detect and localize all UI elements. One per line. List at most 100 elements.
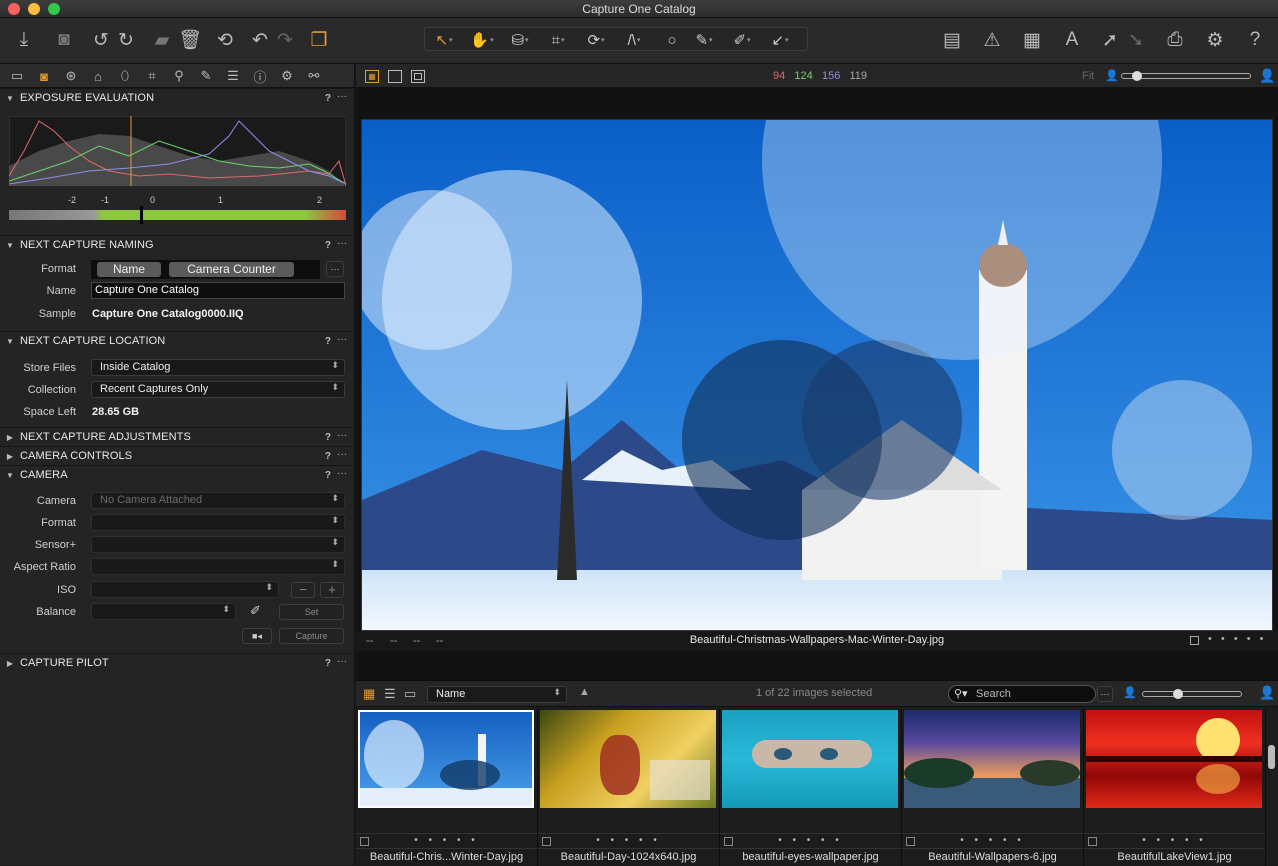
search-options-button[interactable]: ··· bbox=[1097, 686, 1113, 702]
help-icon[interactable]: ? bbox=[325, 658, 331, 669]
help-icon[interactable]: ? bbox=[325, 470, 331, 481]
thumbnail-item[interactable]: • • • • • beautiful-eyes-wallpaper.jpg bbox=[720, 708, 902, 866]
local-adjust-icon[interactable]: ✎ bbox=[195, 67, 217, 85]
sort-select[interactable]: Name ⬍ bbox=[427, 686, 567, 703]
section-next-capture-adjustments[interactable]: ▶ NEXT CAPTURE ADJUSTMENTS ? ··· bbox=[0, 427, 355, 446]
rating-stars[interactable]: • • • • • bbox=[1208, 633, 1266, 645]
thumbnail-size-slider[interactable] bbox=[1142, 689, 1242, 699]
text-overlay-icon[interactable]: A bbox=[1060, 28, 1084, 52]
settings-icon[interactable]: ⚙ bbox=[1203, 28, 1227, 52]
adjustments-apply-icon[interactable]: ➘ bbox=[1124, 28, 1148, 52]
thumbnail-item[interactable]: • • • • • BeautifulLakeView1.jpg bbox=[1084, 708, 1266, 866]
layout-icon[interactable]: ▤ bbox=[940, 28, 964, 52]
more-icon[interactable]: ··· bbox=[337, 238, 347, 249]
help-icon[interactable]: ? bbox=[325, 336, 331, 347]
balance-select[interactable]: ⬍ bbox=[91, 603, 236, 620]
redo-icon[interactable]: ↷ bbox=[273, 28, 297, 52]
collection-select[interactable]: Recent Captures Only ⬍ bbox=[91, 381, 345, 398]
select-checkbox[interactable] bbox=[1190, 636, 1199, 645]
sensor-select[interactable]: ⬍ bbox=[91, 536, 345, 553]
thumbnail-item[interactable]: • • • • • Beautiful-Day-1024x640.jpg bbox=[538, 708, 720, 866]
lens-icon[interactable]: ⬯ bbox=[114, 67, 136, 85]
name-input[interactable]: Capture One Catalog bbox=[91, 282, 345, 299]
rating-stars[interactable]: • • • • • bbox=[1084, 835, 1265, 846]
color-icon[interactable]: ⊛ bbox=[60, 67, 82, 85]
section-next-capture-location[interactable]: ▼ NEXT CAPTURE LOCATION ? ··· bbox=[0, 331, 355, 350]
browser-scrollbar[interactable] bbox=[1268, 745, 1275, 769]
pan-icon[interactable]: ✋ ▾ bbox=[467, 30, 497, 50]
undo-all-icon[interactable]: ⟲ bbox=[213, 28, 237, 52]
keystone-icon[interactable]: /\ ▾ bbox=[619, 30, 649, 50]
grid-view-icon[interactable]: ▦ bbox=[363, 686, 375, 702]
more-icon[interactable]: ··· bbox=[337, 449, 347, 460]
grid-icon[interactable]: ▦ bbox=[1020, 28, 1044, 52]
trash-icon[interactable]: 🗑 bbox=[178, 28, 202, 52]
zoom-slider-handle[interactable] bbox=[1132, 71, 1142, 81]
loupe-icon[interactable]: ⛁ ▾ bbox=[505, 30, 535, 50]
help-icon[interactable]: ? bbox=[325, 432, 331, 443]
crop-icon[interactable]: ⌗ ▾ bbox=[543, 30, 573, 50]
brush-icon[interactable]: ✎ ▾ bbox=[689, 30, 719, 50]
more-icon[interactable]: ··· bbox=[337, 656, 347, 667]
section-next-capture-naming[interactable]: ▼ NEXT CAPTURE NAMING ? ··· bbox=[0, 235, 355, 254]
help-icon[interactable]: ? bbox=[325, 93, 331, 104]
section-exposure-evaluation[interactable]: ▼ EXPOSURE EVALUATION ? ··· bbox=[0, 88, 355, 107]
store-files-select[interactable]: Inside Catalog ⬍ bbox=[91, 359, 345, 376]
format-token-field[interactable]: Name Camera Counter bbox=[91, 260, 320, 279]
folder-move-icon[interactable]: ▰ bbox=[150, 28, 174, 52]
help-icon[interactable]: ? bbox=[1243, 28, 1267, 52]
import-icon[interactable]: ⤓ bbox=[12, 28, 36, 52]
single-view-icon[interactable] bbox=[388, 70, 402, 83]
list-view-icon[interactable]: ☰ bbox=[384, 686, 396, 702]
output-icon[interactable]: ☰ bbox=[222, 67, 244, 85]
thumbnail-item[interactable]: • • • • • Beautiful-Chris...Winter-Day.j… bbox=[356, 708, 538, 866]
iso-select[interactable]: ⬍ bbox=[91, 581, 279, 598]
metadata-icon[interactable]: ⓘ bbox=[249, 67, 271, 85]
exposure-icon[interactable]: ⌂ bbox=[87, 67, 109, 85]
format-more-button[interactable]: ··· bbox=[326, 261, 344, 277]
library-icon[interactable]: ▭ bbox=[6, 67, 28, 85]
multi-view-icon[interactable]: ▦ bbox=[365, 70, 379, 83]
variants-icon[interactable]: ❐ bbox=[307, 28, 331, 52]
more-icon[interactable]: ··· bbox=[337, 91, 347, 102]
help-icon[interactable]: ? bbox=[325, 240, 331, 251]
camera-select[interactable]: No Camera Attached ⬍ bbox=[91, 492, 345, 509]
rotate-icon[interactable]: ⟳ ▾ bbox=[581, 30, 611, 50]
camera-format-select[interactable]: ⬍ bbox=[91, 514, 345, 531]
capture-icon[interactable]: ◙ bbox=[33, 67, 55, 85]
video-icon[interactable]: ■◂ bbox=[242, 628, 272, 644]
name-token[interactable]: Name bbox=[97, 262, 161, 277]
rating-stars[interactable]: • • • • • bbox=[356, 835, 537, 846]
search-input[interactable]: Search bbox=[976, 688, 1011, 700]
search-field[interactable]: ⚲▾ Search bbox=[948, 685, 1096, 703]
white-balance-picker-icon[interactable]: ✐ bbox=[250, 603, 261, 619]
picker-icon[interactable]: ✐ ▾ bbox=[727, 30, 757, 50]
section-camera-controls[interactable]: ▶ CAMERA CONTROLS ? ··· bbox=[0, 446, 355, 465]
more-icon[interactable]: ··· bbox=[337, 468, 347, 479]
crop-tab-icon[interactable]: ⌗ bbox=[141, 67, 163, 85]
thumbnail-item[interactable]: • • • • • Beautiful-Wallpapers-6.jpg bbox=[902, 708, 1084, 866]
primary-view-icon[interactable] bbox=[411, 70, 425, 83]
more-icon[interactable]: ··· bbox=[337, 430, 347, 441]
rating-stars[interactable]: • • • • • bbox=[720, 835, 901, 846]
iso-increase-button[interactable]: + bbox=[320, 582, 344, 598]
print-icon[interactable]: ⎙ bbox=[1163, 28, 1187, 52]
settings-tab-icon[interactable]: ⚙ bbox=[276, 67, 298, 85]
sort-direction-icon[interactable]: ▲ bbox=[579, 686, 590, 698]
adjustments-copy-icon[interactable]: ➚ bbox=[1098, 28, 1122, 52]
filmstrip-view-icon[interactable]: ▭ bbox=[404, 686, 416, 702]
section-camera[interactable]: ▼ CAMERA ? ··· bbox=[0, 465, 355, 484]
select-cursor-icon[interactable]: ↖ ▾ bbox=[429, 30, 459, 50]
undo-icon[interactable]: ↶ bbox=[248, 28, 272, 52]
zoom-slider[interactable] bbox=[1121, 71, 1251, 81]
capture-button[interactable]: Capture bbox=[279, 628, 344, 644]
more-icon[interactable]: ··· bbox=[337, 334, 347, 345]
details-icon[interactable]: ⚲ bbox=[168, 67, 190, 85]
rotate-right-icon[interactable]: ↻ bbox=[114, 28, 138, 52]
aspect-ratio-select[interactable]: ⬍ bbox=[91, 558, 345, 575]
help-icon[interactable]: ? bbox=[325, 451, 331, 462]
set-button[interactable]: Set bbox=[279, 604, 344, 620]
rating-stars[interactable]: • • • • • bbox=[902, 835, 1083, 846]
section-capture-pilot[interactable]: ▶ CAPTURE PILOT ? ··· bbox=[0, 653, 355, 672]
camera-icon[interactable]: ◙ bbox=[52, 28, 76, 52]
